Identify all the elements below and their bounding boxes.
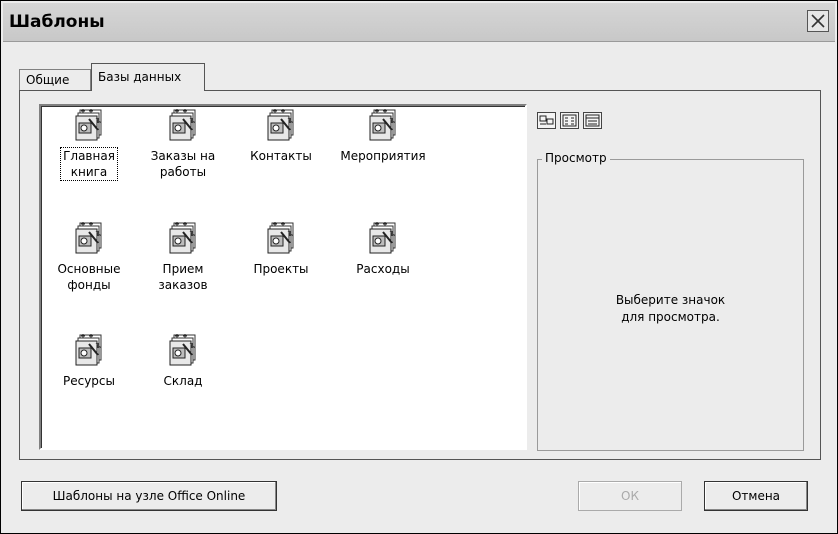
template-label: Склад (163, 374, 203, 388)
large-icons-view-icon (539, 115, 554, 125)
database-template-icon (169, 222, 196, 254)
database-template-icon (75, 334, 102, 366)
template-item[interactable]: Контакты (233, 108, 329, 164)
template-item[interactable]: Мероприятия (335, 108, 431, 164)
template-item[interactable]: Ресурсы (41, 333, 137, 389)
template-label: Ресурсы (62, 374, 115, 388)
database-template-icon (169, 109, 196, 141)
template-item[interactable]: Расходы (335, 221, 431, 277)
preview-hint: Выберите значок для просмотра. (615, 293, 726, 324)
templates-dialog: Шаблоны Общие Базы данных Главная книга З… (0, 0, 838, 534)
template-item[interactable]: Прием заказов (135, 221, 231, 293)
list-view-button[interactable] (560, 112, 579, 129)
details-view-button[interactable] (583, 112, 602, 129)
template-label: Контакты (250, 149, 312, 163)
template-label: Основные фонды (57, 262, 121, 292)
template-label: Расходы (356, 262, 410, 276)
database-template-icon (169, 334, 196, 366)
cancel-button[interactable]: Отмена (704, 481, 808, 511)
close-icon (811, 14, 825, 28)
close-button[interactable] (807, 10, 829, 32)
template-label: Главная книга (60, 147, 118, 181)
ok-button[interactable]: ОК (578, 481, 682, 511)
list-view-icon (562, 114, 577, 127)
template-item[interactable]: Основные фонды (41, 221, 137, 293)
template-label: Заказы на работы (150, 149, 216, 179)
template-item[interactable]: Заказы на работы (135, 108, 231, 180)
office-online-templates-button[interactable]: Шаблоны на узле Office Online (21, 481, 277, 511)
template-item[interactable]: Главная книга (41, 108, 137, 181)
database-template-icon (267, 222, 294, 254)
preview-label: Просмотр (542, 151, 610, 165)
database-template-icon (369, 109, 396, 141)
template-label: Прием заказов (158, 262, 208, 292)
database-template-icon (267, 109, 294, 141)
tab-general[interactable]: Общие (19, 69, 91, 90)
preview-group: Просмотр Выберите значок для просмотра. (537, 151, 804, 451)
template-list[interactable]: Главная книга Заказы на работы Контакты Мер… (39, 104, 527, 450)
template-item[interactable]: Склад (135, 333, 231, 389)
title-bar: Шаблоны (3, 3, 835, 42)
template-label: Проекты (253, 262, 309, 276)
database-template-icon (369, 222, 396, 254)
database-template-icon (75, 109, 102, 141)
window-title: Шаблоны (9, 12, 105, 32)
template-item[interactable]: Проекты (233, 221, 329, 277)
tab-databases[interactable]: Базы данных (91, 63, 205, 91)
large-icons-view-button[interactable] (537, 112, 556, 129)
details-view-icon (585, 114, 600, 127)
tab-panel: Главная книга Заказы на работы Контакты Мер… (19, 90, 821, 460)
database-template-icon (75, 222, 102, 254)
template-label: Мероприятия (340, 149, 426, 163)
